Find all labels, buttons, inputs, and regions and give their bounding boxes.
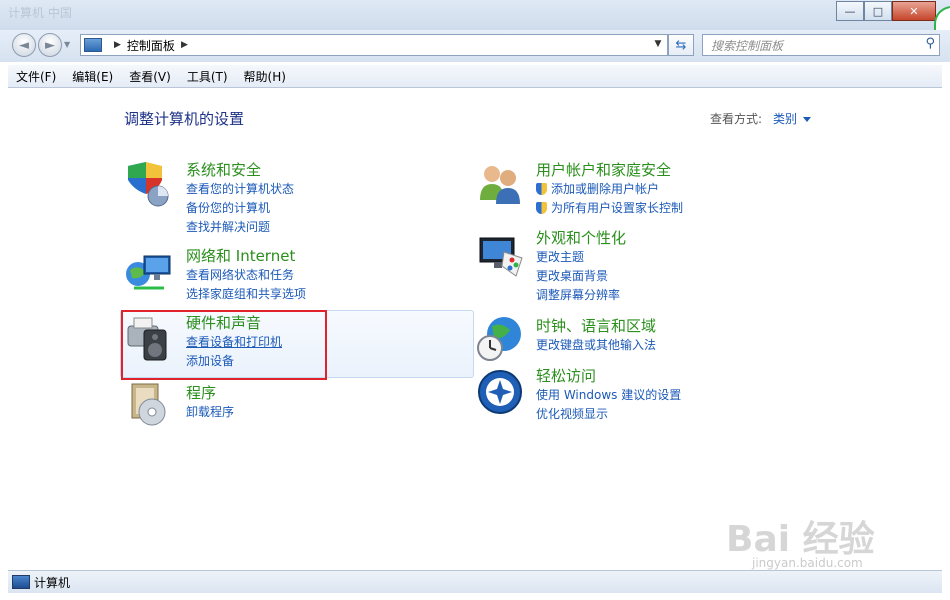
- background-window-title: 计算机 中国: [8, 6, 72, 20]
- search-box[interactable]: ⚲: [702, 34, 940, 56]
- view-by-value[interactable]: 类别: [773, 112, 797, 126]
- category-title[interactable]: 程序: [186, 383, 234, 403]
- forward-arrow-icon: ►: [45, 37, 55, 53]
- control-panel-window: 计算机 中国 — □ ✕ ◄ ► ▼ ▶ 控制面板 ▶ ▼ ⇆ ⚲ 文件(: [0, 0, 950, 600]
- category-link[interactable]: 更改键盘或其他输入法: [536, 336, 656, 355]
- category-user-accounts: 用户帐户和家庭安全 添加或删除用户帐户 为所有用户设置家长控制: [536, 160, 683, 218]
- address-bar[interactable]: ▶ 控制面板 ▶: [80, 34, 668, 56]
- chevron-down-icon[interactable]: [803, 117, 812, 122]
- close-button[interactable]: ✕: [892, 1, 936, 21]
- category-ease-of-access: 轻松访问 使用 Windows 建议的设置 优化视频显示: [536, 366, 681, 424]
- view-by-label: 查看方式:: [710, 112, 763, 126]
- refresh-button[interactable]: ⇆: [668, 34, 694, 56]
- back-button[interactable]: ◄: [12, 33, 36, 57]
- control-panel-icon: [84, 38, 102, 52]
- shield-pie-icon[interactable]: [124, 160, 172, 208]
- back-arrow-icon: ◄: [19, 37, 29, 53]
- category-link[interactable]: 优化视频显示: [536, 405, 681, 424]
- network-globe-icon[interactable]: [124, 248, 172, 296]
- status-bar: 计算机: [8, 570, 942, 593]
- red-highlight-box: [121, 310, 327, 380]
- clock-globe-icon[interactable]: [476, 314, 524, 362]
- status-text: 计算机: [34, 575, 71, 590]
- address-dropdown-icon[interactable]: ▼: [650, 34, 666, 54]
- breadcrumb-control-panel[interactable]: 控制面板: [127, 37, 175, 54]
- category-link[interactable]: 备份您的计算机: [186, 199, 294, 218]
- menu-bar: 文件(F) 编辑(E) 查看(V) 工具(T) 帮助(H): [8, 65, 942, 88]
- category-link[interactable]: 选择家庭组和共享选项: [186, 285, 306, 304]
- category-title[interactable]: 用户帐户和家庭安全: [536, 160, 683, 180]
- category-link[interactable]: 查找并解决问题: [186, 218, 294, 237]
- category-network-internet: 网络和 Internet 查看网络状态和任务 选择家庭组和共享选项: [186, 246, 306, 304]
- category-system-security: 系统和安全 查看您的计算机状态 备份您的计算机 查找并解决问题: [186, 160, 294, 237]
- breadcrumb-arrow-icon[interactable]: ▶: [114, 40, 121, 50]
- window-controls: — □ ✕: [836, 1, 936, 21]
- category-title[interactable]: 系统和安全: [186, 160, 294, 180]
- minimize-button[interactable]: —: [836, 1, 864, 21]
- category-title[interactable]: 外观和个性化: [536, 228, 626, 248]
- menu-file[interactable]: 文件(F): [8, 68, 64, 85]
- category-link[interactable]: 卸载程序: [186, 403, 234, 422]
- category-appearance: 外观和个性化 更改主题 更改桌面背景 调整屏幕分辨率: [536, 228, 626, 305]
- search-input[interactable]: [709, 36, 913, 56]
- forward-button[interactable]: ►: [38, 33, 62, 57]
- menu-edit[interactable]: 编辑(E): [64, 68, 121, 85]
- menu-view[interactable]: 查看(V): [121, 68, 179, 85]
- main-content: 调整计算机的设置 查看方式: 类别 系统和安全 查看您的计算机状态 备份您的计算…: [8, 88, 942, 570]
- category-link[interactable]: 查看网络状态和任务: [186, 266, 306, 285]
- category-title[interactable]: 轻松访问: [536, 366, 681, 386]
- maximize-button[interactable]: □: [864, 1, 892, 21]
- watermark-logo: Bai 经验: [726, 519, 875, 560]
- recent-pages-chevron-icon[interactable]: ▼: [64, 40, 70, 49]
- category-clock-language: 时钟、语言和区域 更改键盘或其他输入法: [536, 316, 656, 355]
- category-link[interactable]: 为所有用户设置家长控制: [536, 199, 683, 218]
- program-disc-icon[interactable]: [124, 380, 172, 428]
- menu-help[interactable]: 帮助(H): [236, 68, 294, 85]
- category-title[interactable]: 网络和 Internet: [186, 246, 306, 266]
- category-link[interactable]: 添加或删除用户帐户: [536, 180, 683, 199]
- category-link[interactable]: 更改桌面背景: [536, 267, 626, 286]
- watermark-url: jingyan.baidu.com: [752, 556, 863, 570]
- category-programs: 程序 卸载程序: [186, 383, 234, 422]
- refresh-icon: ⇆: [675, 37, 687, 53]
- category-link[interactable]: 调整屏幕分辨率: [536, 286, 626, 305]
- computer-icon: [12, 575, 30, 589]
- search-icon[interactable]: ⚲: [925, 36, 935, 51]
- page-title: 调整计算机的设置: [124, 110, 245, 128]
- view-by-dropdown[interactable]: 类别: [773, 110, 812, 127]
- users-icon[interactable]: [476, 160, 524, 208]
- navigation-bar: ◄ ► ▼ ▶ 控制面板 ▶ ▼ ⇆ ⚲: [0, 30, 950, 62]
- category-title[interactable]: 时钟、语言和区域: [536, 316, 656, 336]
- monitor-palette-icon[interactable]: [476, 232, 524, 280]
- breadcrumb-arrow-icon[interactable]: ▶: [181, 40, 188, 50]
- category-link[interactable]: 使用 Windows 建议的设置: [536, 386, 681, 405]
- category-link[interactable]: 查看您的计算机状态: [186, 180, 294, 199]
- menu-tools[interactable]: 工具(T): [179, 68, 236, 85]
- category-link[interactable]: 更改主题: [536, 248, 626, 267]
- title-bar: 计算机 中国 — □ ✕: [0, 0, 950, 30]
- ease-of-access-icon[interactable]: [476, 368, 524, 416]
